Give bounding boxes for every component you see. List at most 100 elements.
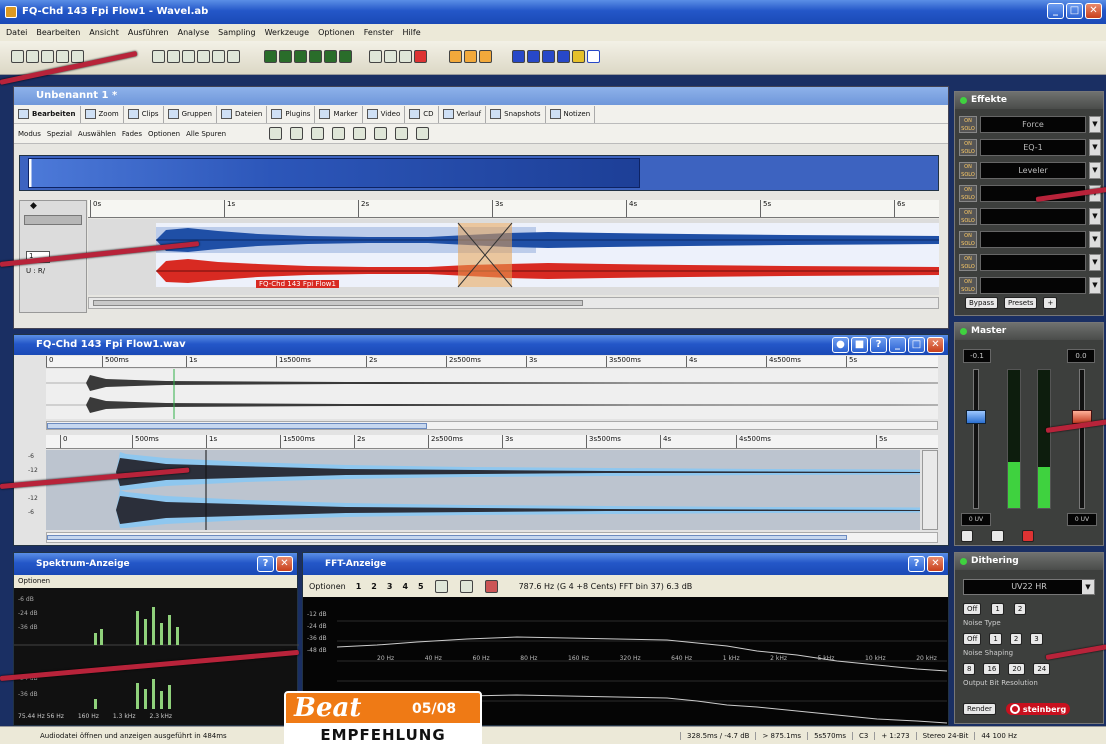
overview-wave[interactable]: [46, 369, 938, 419]
dither-type-1[interactable]: 1: [991, 603, 1004, 615]
shaping-2[interactable]: 2: [1009, 633, 1023, 645]
menu-ansicht[interactable]: Ansicht: [89, 28, 119, 37]
wave-stop-button[interactable]: ■: [851, 337, 868, 353]
effect-slot[interactable]: ON SOLO▼: [959, 252, 1101, 273]
tab-snapshots[interactable]: Snapshots: [486, 105, 546, 123]
analyzer-icon[interactable]: [293, 50, 307, 63]
fft-close-button[interactable]: ✕: [927, 556, 944, 572]
fader-cap-left[interactable]: [966, 410, 986, 424]
master-mono-button[interactable]: [961, 530, 974, 542]
project-ruler[interactable]: 0s 1s 2s 3s 4s 5s 6s: [88, 200, 939, 218]
meter-icon[interactable]: [263, 50, 277, 63]
effect-slot[interactable]: ON SOLO▼: [959, 206, 1101, 227]
minimize-button[interactable]: _: [1047, 3, 1064, 19]
spectrum-icon[interactable]: [278, 50, 292, 63]
wave-record-button[interactable]: ●: [832, 337, 849, 353]
menu-analyse[interactable]: Analyse: [178, 28, 210, 37]
effect-slot[interactable]: ON SOLO EQ-1 ▼: [959, 137, 1101, 158]
detail-hscroll[interactable]: [46, 532, 938, 543]
menu-alle-spuren[interactable]: Alle Spuren: [186, 130, 226, 138]
fft-channel-1[interactable]: 1: [356, 582, 362, 591]
bypass-button[interactable]: Bypass: [965, 297, 998, 309]
play-icon[interactable]: [586, 50, 600, 63]
bits-16[interactable]: 16: [983, 663, 1001, 675]
zoom-icon[interactable]: [211, 50, 225, 63]
tab-cd[interactable]: CD: [405, 105, 439, 123]
fft-channel-2[interactable]: 2: [371, 582, 377, 591]
shaping-3[interactable]: 3: [1030, 633, 1043, 645]
menu-optionen-sub[interactable]: Optionen: [148, 130, 180, 138]
maximize-button[interactable]: □: [1066, 3, 1083, 19]
fft-menu[interactable]: Optionen: [309, 582, 346, 591]
cut-icon[interactable]: [41, 50, 54, 63]
detail-wave[interactable]: [46, 450, 920, 530]
shaping-1[interactable]: 1: [989, 633, 1002, 645]
close-button[interactable]: ✕: [1085, 3, 1102, 19]
menu-fades[interactable]: Fades: [122, 130, 142, 138]
fade-out-icon[interactable]: [290, 127, 304, 140]
menu-bearbeiten[interactable]: Bearbeiten: [36, 28, 80, 37]
mute-icon[interactable]: [416, 127, 430, 140]
tab-clips[interactable]: Clips: [124, 105, 164, 123]
menu-spezial[interactable]: Spezial: [47, 130, 72, 138]
tab-verlauf[interactable]: Verlauf: [439, 105, 487, 123]
tab-marker[interactable]: Marker: [315, 105, 363, 123]
marker-icon[interactable]: [369, 50, 383, 63]
detail-ruler[interactable]: 0 500ms 1s 1s500ms 2s 2s500ms 3s 3s500ms…: [46, 435, 938, 449]
add-effect-button[interactable]: +: [1043, 297, 1058, 309]
detail-vscroll[interactable]: [922, 450, 938, 530]
clip-waveform[interactable]: [88, 219, 939, 295]
lock-icon[interactable]: [395, 127, 409, 140]
dither-type-2[interactable]: 2: [1013, 603, 1027, 615]
tab-video[interactable]: Video: [363, 105, 406, 123]
tab-bearbeiten[interactable]: Bearbeiten: [14, 105, 81, 123]
track-arrow-icon[interactable]: ◆: [20, 201, 86, 211]
fft-help-button[interactable]: ?: [908, 556, 925, 572]
effect-slot[interactable]: ON SOLO▼: [959, 229, 1101, 250]
menu-werkzeuge[interactable]: Werkzeuge: [265, 28, 309, 37]
menu-hilfe[interactable]: Hilfe: [402, 28, 420, 37]
tab-gruppen[interactable]: Gruppen: [164, 105, 217, 123]
overview-scroll[interactable]: [46, 421, 938, 430]
crossfade-icon[interactable]: [311, 127, 325, 140]
forward-icon[interactable]: [541, 50, 555, 63]
paste-icon[interactable]: [71, 50, 84, 63]
menu-sampling[interactable]: Sampling: [218, 28, 255, 37]
fade-log-icon[interactable]: [353, 127, 367, 140]
grid-icon[interactable]: [181, 50, 195, 63]
record-icon[interactable]: [414, 50, 428, 63]
menu-datei[interactable]: Datei: [6, 28, 27, 37]
stop-icon[interactable]: [571, 50, 585, 63]
tab-dateien[interactable]: Dateien: [217, 105, 268, 123]
overview-bar[interactable]: [19, 155, 939, 191]
phase-icon[interactable]: [308, 50, 322, 63]
overview-ruler[interactable]: 0 500ms 1s 1s500ms 2s 2s500ms 3s 3s500ms…: [46, 356, 938, 368]
effect-slot[interactable]: ON SOLO▼: [959, 275, 1101, 296]
effect-slot[interactable]: ON SOLO Force ▼: [959, 114, 1101, 135]
project-track-lane[interactable]: FQ-Chd 143 Fpi Flow1: [88, 219, 939, 295]
menu-modus[interactable]: Modus: [18, 130, 41, 138]
fade-linear-icon[interactable]: [332, 127, 346, 140]
dither-off-button[interactable]: Off: [963, 603, 982, 615]
region-icon[interactable]: [384, 50, 398, 63]
fft-channel-5[interactable]: 5: [418, 582, 424, 591]
overview-visible-range[interactable]: [28, 158, 640, 188]
go-start-icon[interactable]: [511, 50, 525, 63]
spectrum-close-button[interactable]: ✕: [276, 556, 293, 572]
fft-settings-icon[interactable]: [434, 579, 448, 593]
render-button[interactable]: Render: [963, 703, 996, 715]
spectrum-menu[interactable]: Optionen: [14, 575, 297, 588]
master-reset-button[interactable]: [1021, 530, 1035, 542]
master-link-button[interactable]: [991, 530, 1004, 542]
list-icon[interactable]: [166, 50, 180, 63]
fft-channel-3[interactable]: 3: [387, 582, 393, 591]
fft-channel-4[interactable]: 4: [402, 582, 408, 591]
redo-icon[interactable]: [26, 50, 39, 63]
copy-icon[interactable]: [56, 50, 69, 63]
add-marker-icon[interactable]: [449, 50, 462, 63]
go-end-icon[interactable]: [556, 50, 570, 63]
level-icon[interactable]: [338, 50, 352, 63]
master-fader-right[interactable]: [1072, 369, 1092, 509]
tile-icon[interactable]: [196, 50, 210, 63]
tab-notizen[interactable]: Notizen: [546, 105, 596, 123]
